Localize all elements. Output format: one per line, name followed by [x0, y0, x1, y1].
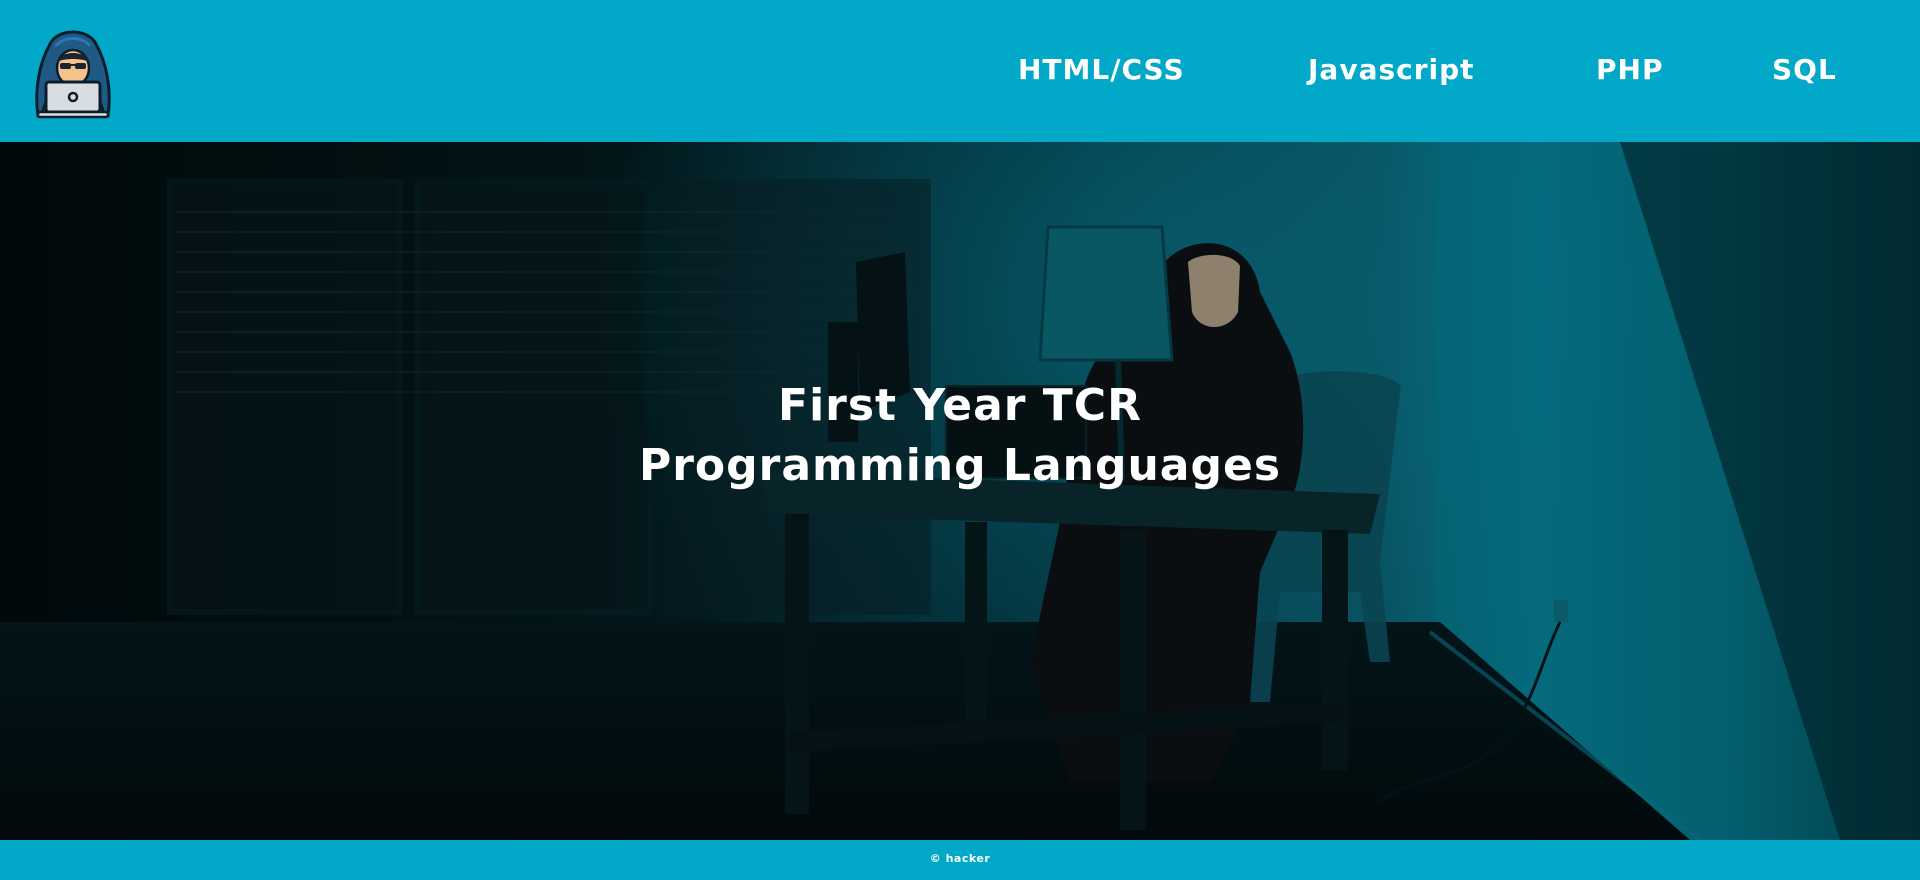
nav-item-html-css[interactable]: HTML/CSS: [1018, 48, 1185, 92]
footer-copyright: © hacker: [929, 852, 991, 865]
site-header: HTML/CSS Javascript PHP SQL: [0, 0, 1920, 142]
nav-item-javascript[interactable]: Javascript: [1308, 48, 1475, 92]
main-nav: HTML/CSS Javascript PHP SQL: [0, 48, 1920, 92]
site-footer: © hacker: [0, 840, 1920, 880]
hero-title: First Year TCR Programming Languages: [0, 376, 1920, 496]
hero-banner: First Year TCR Programming Languages: [0, 142, 1920, 840]
hero-title-line2: Programming Languages: [638, 440, 1282, 491]
nav-item-sql[interactable]: SQL: [1772, 48, 1837, 92]
nav-item-php[interactable]: PHP: [1596, 48, 1663, 92]
hero-title-line1: First Year TCR: [778, 380, 1142, 431]
